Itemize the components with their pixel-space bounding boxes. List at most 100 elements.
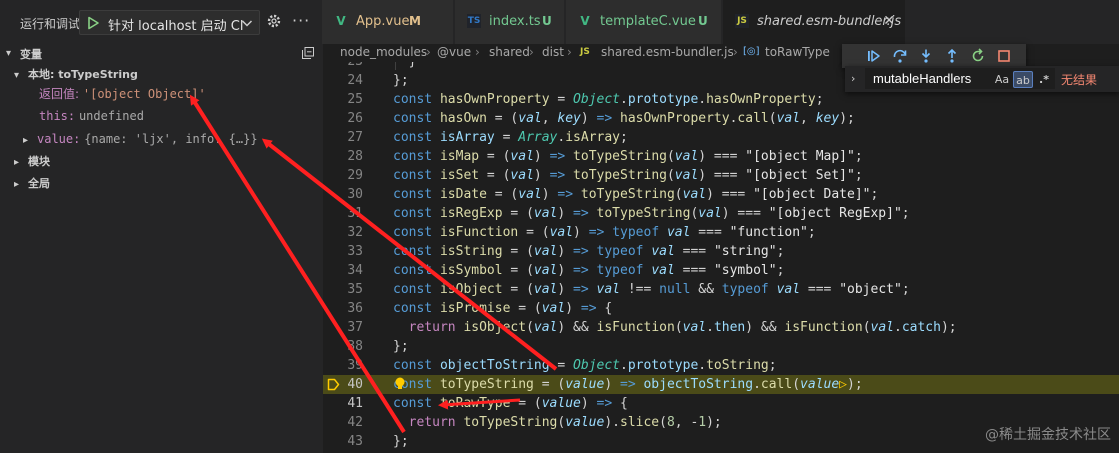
code-text: const toTypeString = (value) => objectTo…	[393, 377, 863, 392]
variables-section-header[interactable]: ▾ 变量	[0, 44, 323, 66]
code-line[interactable]: 35 const isObject = (val) => val !== null…	[323, 280, 1119, 299]
code-text: const toRawType = (value) => {	[393, 396, 628, 411]
code-text: return isObject(val) && isFunction(val.t…	[408, 320, 957, 335]
line-number: 34	[347, 263, 363, 278]
code-text: const isString = (val) => typeof val ===…	[393, 244, 785, 259]
line-number: 27	[347, 130, 363, 145]
code-line[interactable]: 39 const objectToString = Object.prototyp…	[323, 356, 1119, 375]
line-number: 30	[347, 187, 363, 202]
javascript-icon: JS	[735, 14, 749, 28]
line-number: 24	[347, 73, 363, 88]
symbol-function-icon: [◎]	[743, 46, 760, 57]
tab-templatec-vue[interactable]: V templateC.vue U	[566, 0, 722, 44]
code-line[interactable]: 31 const isRegExp = (val) => toTypeString…	[323, 204, 1119, 223]
match-case-toggle[interactable]: Aa	[993, 71, 1011, 88]
javascript-icon: JS	[580, 47, 590, 57]
code-text: const isSet = (val) => toTypeString(val)…	[393, 168, 863, 183]
breadcrumb-item[interactable]: dist	[542, 44, 564, 60]
line-number: 26	[347, 111, 363, 126]
variable-this[interactable]: this: undefined	[39, 106, 144, 126]
code-text: const isPromise = (val) => {	[393, 301, 613, 316]
code-line[interactable]: 28 const isMap = (val) => toTypeString(va…	[323, 147, 1119, 166]
close-icon[interactable]: ✕	[883, 13, 895, 29]
more-actions-button[interactable]: ···	[292, 11, 310, 30]
variable-return-value[interactable]: 返回值: '[object Object]'	[39, 84, 206, 104]
code-text: };	[393, 434, 409, 449]
chevron-down-icon: ▾	[14, 70, 20, 81]
line-number: 41	[347, 396, 363, 411]
find-widget: › Aa ab .* 无结果	[845, 66, 1119, 92]
breadcrumb-item[interactable]: @vue	[437, 44, 471, 60]
code-line[interactable]: 30 const isDate = (val) => toTypeString(v…	[323, 185, 1119, 204]
code-line[interactable]: 26 const hasOwn = (val, key) => hasOwnPro…	[323, 109, 1119, 128]
chevron-right-icon: ▸	[14, 157, 20, 168]
play-icon[interactable]	[86, 16, 100, 30]
tab-shared-esm-bundler-js[interactable]: JS shared.esm-bundler.js ✕	[723, 0, 906, 44]
line-number: 33	[347, 244, 363, 259]
editor-tabs: V App.vue M TS index.ts U V templateC.vu…	[322, 0, 1119, 44]
continue-icon[interactable]	[866, 48, 882, 64]
chevron-down-icon: ▾	[6, 48, 12, 59]
stop-icon[interactable]	[996, 48, 1012, 64]
launch-config-select[interactable]: 针对 localhost 启动 Cl	[79, 10, 260, 35]
variable-value: '[object Object]'	[82, 87, 206, 101]
scope-module[interactable]: ▸ 模块	[14, 151, 50, 171]
code-editor[interactable]: 23 } 24}; 25 const hasOwnProperty = Object.…	[323, 62, 1119, 453]
code-text: const isDate = (val) => toTypeString(val…	[393, 187, 879, 202]
vue-icon: V	[336, 14, 346, 28]
chevron-down-icon	[241, 20, 253, 27]
code-line[interactable]: 41 const toRawType = (value) => {	[323, 394, 1119, 413]
chevron-right-icon: ›	[733, 45, 738, 59]
line-number: 25	[347, 92, 363, 107]
line-number: 23	[323, 62, 363, 71]
use-regex-toggle[interactable]: .*	[1035, 71, 1053, 88]
chevron-right-icon: ▸	[14, 179, 20, 190]
variable-value: undefined	[78, 109, 144, 123]
code-line[interactable]: 37 return isObject(val) && isFunction(va…	[323, 318, 1119, 337]
step-out-icon[interactable]	[944, 48, 960, 64]
variable-name: 返回值:	[39, 87, 80, 101]
code-text: const hasOwn = (val, key) => hasOwnPrope…	[393, 111, 855, 126]
code-line[interactable]: 32 const isFunction = (val) => typeof val…	[323, 223, 1119, 242]
code-line[interactable]: 27 const isArray = Array.isArray;	[323, 128, 1119, 147]
code-line[interactable]: 29 const isSet = (val) => toTypeString(va…	[323, 166, 1119, 185]
code-line[interactable]: 34 const isSymbol = (val) => typeof val =…	[323, 261, 1119, 280]
lightbulb-icon[interactable]	[393, 376, 407, 392]
chevron-right-icon[interactable]: ›	[851, 72, 855, 85]
gear-icon[interactable]	[266, 13, 282, 29]
restart-icon[interactable]	[970, 48, 986, 64]
code-text: };	[393, 339, 409, 354]
tab-git-badge: U	[542, 14, 552, 28]
breadcrumb-item[interactable]: node_modules	[340, 44, 427, 60]
breadcrumb-item[interactable]: toRawType	[765, 44, 830, 60]
code-line[interactable]: 40 const toTypeString = (value) => object…	[323, 375, 1119, 394]
scope-global[interactable]: ▸ 全局	[14, 173, 50, 193]
find-no-results: 无结果	[1061, 73, 1098, 87]
title-bar: 运行和调试 针对 localhost 启动 Cl ··· V App.vue M…	[0, 0, 1119, 44]
tab-index-ts[interactable]: TS index.ts U	[455, 0, 565, 44]
code-line[interactable]: 25 const hasOwnProperty = Object.prototyp…	[323, 90, 1119, 109]
match-whole-word-toggle[interactable]: ab	[1013, 71, 1033, 88]
breadcrumb-item[interactable]: shared	[489, 44, 530, 60]
code-text: const isSymbol = (val) => typeof val ===…	[393, 263, 785, 278]
step-into-icon[interactable]	[918, 48, 934, 64]
collapse-all-icon[interactable]	[301, 46, 315, 60]
step-over-icon[interactable]	[892, 48, 908, 64]
chevron-right-icon: ›	[475, 45, 480, 59]
line-number: 39	[347, 358, 363, 373]
line-number: 35	[347, 282, 363, 297]
code-line[interactable]: 38};	[323, 337, 1119, 356]
tab-label: App.vue	[356, 14, 410, 29]
code-line[interactable]: 36 const isPromise = (val) => {	[323, 299, 1119, 318]
scope-local[interactable]: ▾ 本地: toTypeString	[14, 64, 138, 84]
tab-git-badge: U	[698, 14, 708, 28]
run-debug-title: 运行和调试	[20, 17, 81, 31]
code-text: };	[393, 73, 409, 88]
code-line[interactable]: 33 const isString = (val) => typeof val =…	[323, 242, 1119, 261]
tab-app-vue[interactable]: V App.vue M	[322, 0, 454, 44]
breadcrumb-item[interactable]: shared.esm-bundler.js	[601, 44, 734, 60]
scope-local-label: 本地: toTypeString	[28, 68, 138, 81]
breakpoint-stack-frame-icon[interactable]	[327, 378, 340, 391]
variable-value[interactable]: ▸ value: {name: 'ljx', info: {…}}	[23, 129, 258, 149]
line-number: 37	[347, 320, 363, 335]
